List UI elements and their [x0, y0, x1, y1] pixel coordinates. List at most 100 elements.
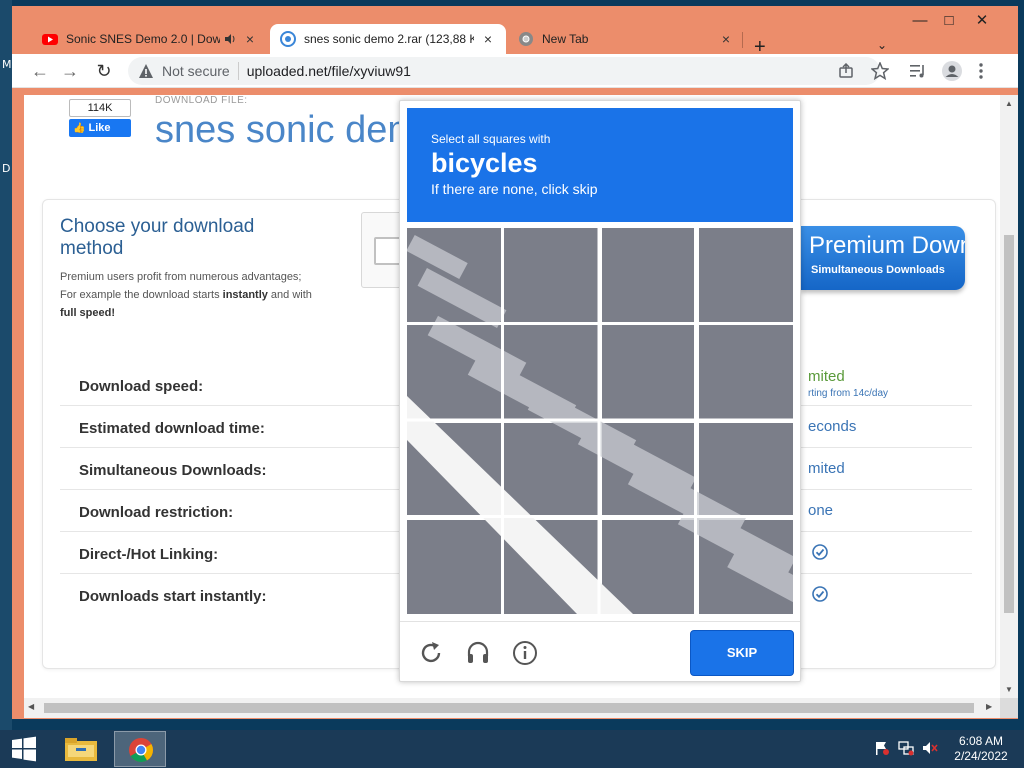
desc-bold: full speed! [60, 307, 116, 319]
feature-label: Downloads start instantly: [79, 588, 267, 605]
captcha-target-word: bicycles [431, 148, 538, 178]
url-text[interactable]: uploaded.net/file/xyviuw91 [247, 63, 411, 79]
check-circle-icon [812, 586, 828, 602]
scrollbar-corner [1000, 698, 1018, 718]
scroll-left-arrow-icon[interactable]: ◀ [28, 702, 34, 711]
captcha-tile[interactable] [698, 422, 793, 517]
tab-title: New Tab [542, 32, 589, 46]
captcha-tile[interactable] [407, 519, 502, 614]
back-button[interactable]: ← [28, 59, 52, 83]
tab-search-icon[interactable]: ⌄ [877, 38, 887, 52]
captcha-image-grid [407, 228, 793, 614]
tab-strip: Sonic SNES Demo 2.0 | Dow × snes sonic d… [12, 18, 1018, 58]
tab-title: Sonic SNES Demo 2.0 | Dow [66, 32, 220, 46]
feature-label: Download restriction: [79, 504, 234, 521]
windows-start-icon[interactable] [6, 735, 42, 763]
desktop-strip: M D [0, 0, 12, 730]
uploaded-favicon-icon [280, 31, 296, 47]
captcha-tile[interactable] [504, 519, 599, 614]
desc-line: Premium users profit from numerous advan… [60, 271, 302, 283]
info-icon[interactable] [512, 640, 538, 666]
captcha-tile[interactable] [698, 519, 793, 614]
captcha-hint: If there are none, click skip [431, 181, 598, 197]
captcha-tile[interactable] [407, 325, 502, 420]
media-control-icon[interactable] [909, 63, 927, 79]
skip-button[interactable]: SKIP [690, 630, 794, 676]
address-bar[interactable]: Not secure uploaded.net/file/xyviuw91 [128, 57, 880, 85]
chrome-icon [129, 738, 153, 763]
captcha-tile[interactable] [504, 325, 599, 420]
captcha-tile[interactable] [504, 228, 599, 323]
tab-sonic-demo[interactable]: Sonic SNES Demo 2.0 | Dow × [32, 24, 268, 54]
system-clock[interactable]: 6:08 AM 2/24/2022 [948, 734, 1014, 764]
feature-label: Direct-/Hot Linking: [79, 546, 219, 563]
reload-button[interactable]: ↻ [92, 59, 116, 83]
chrome-taskbar-button[interactable] [114, 731, 166, 767]
premium-download-button[interactable]: Premium Download! Simultaneous Downloads [801, 226, 965, 290]
bookmark-star-icon[interactable] [871, 62, 889, 80]
browser-toolbar: ← → ↻ Not secure uploaded.net/file/xyviu… [12, 54, 1018, 88]
desc-line: For example the download starts [60, 289, 223, 301]
share-icon[interactable] [838, 63, 854, 79]
captcha-tile[interactable] [407, 228, 502, 323]
premium-sub-label: Simultaneous Downloads [811, 264, 945, 276]
taskbar: 6:08 AM 2/24/2022 [0, 730, 1024, 768]
network-icon[interactable] [898, 740, 914, 756]
feature-label: Simultaneous Downloads: [79, 462, 267, 479]
vertical-scrollbar[interactable]: ▲ ▼ [1000, 95, 1018, 698]
feature-value: mited [808, 368, 845, 385]
close-tab-icon[interactable]: × [242, 31, 258, 47]
desc-line: and with [267, 289, 312, 301]
thumbs-up-icon: 👍 [73, 123, 86, 134]
captcha-tile[interactable] [504, 422, 599, 517]
captcha-tile[interactable] [601, 325, 696, 420]
premium-download-label: Premium Download! [809, 232, 965, 259]
menu-kebab-icon[interactable] [978, 62, 984, 80]
close-tab-icon[interactable]: × [718, 31, 734, 47]
check-circle-icon [812, 544, 828, 560]
audio-playing-icon[interactable] [224, 33, 236, 45]
feature-label: Download speed: [79, 378, 204, 395]
volume-muted-icon[interactable] [922, 740, 938, 756]
scroll-up-arrow-icon[interactable]: ▲ [1005, 99, 1013, 108]
file-explorer-taskbar-button[interactable] [56, 731, 108, 767]
feature-subvalue: rting from 14c/day [808, 388, 889, 399]
audio-challenge-icon[interactable] [465, 640, 491, 666]
action-center-flag-icon[interactable] [874, 740, 890, 756]
close-tab-icon[interactable]: × [480, 31, 496, 47]
feature-value: one [808, 502, 834, 519]
feature-label: Estimated download time: [79, 420, 265, 437]
scroll-down-arrow-icon[interactable]: ▼ [1005, 685, 1013, 694]
desktop-icon-label: M [2, 58, 12, 71]
tab-title: snes sonic demo 2.rar (123,88 KB [304, 32, 474, 46]
chrome-icon [519, 32, 533, 46]
refresh-icon[interactable] [418, 640, 444, 666]
scroll-right-arrow-icon[interactable]: ▶ [986, 702, 992, 711]
captcha-tile[interactable] [601, 422, 696, 517]
scrollbar-thumb[interactable] [1004, 235, 1014, 613]
youtube-icon [42, 34, 58, 45]
tab-uploaded[interactable]: snes sonic demo 2.rar (123,88 KB × [270, 24, 506, 54]
folder-icon [65, 738, 97, 761]
like-button[interactable]: 👍 Like [69, 119, 131, 137]
desktop-icon-label: D [2, 162, 11, 175]
captcha-tile[interactable] [601, 519, 696, 614]
captcha-tile[interactable] [407, 422, 502, 517]
like-count: 114K [69, 99, 131, 117]
captcha-tile[interactable] [698, 325, 793, 420]
captcha-tile[interactable] [601, 228, 696, 323]
feature-value: mited [808, 460, 845, 477]
scrollbar-thumb[interactable] [44, 703, 974, 713]
captcha-tile[interactable] [698, 228, 793, 323]
choose-method-description: Premium users profit from numerous advan… [60, 268, 360, 322]
not-secure-label: Not secure [162, 63, 230, 79]
tab-new-tab[interactable]: New Tab × [508, 24, 744, 54]
forward-button[interactable]: → [58, 59, 82, 83]
clock-time: 6:08 AM [958, 734, 1004, 748]
horizontal-scrollbar[interactable]: ◀ ▶ [24, 698, 1000, 718]
captcha-prompt-header: Select all squares with bicycles If ther… [407, 108, 793, 222]
warning-icon[interactable] [138, 63, 154, 79]
captcha-checkbox[interactable] [374, 237, 402, 265]
profile-avatar-icon[interactable] [941, 60, 963, 82]
facebook-like-widget[interactable]: 114K 👍 Like [69, 99, 131, 137]
